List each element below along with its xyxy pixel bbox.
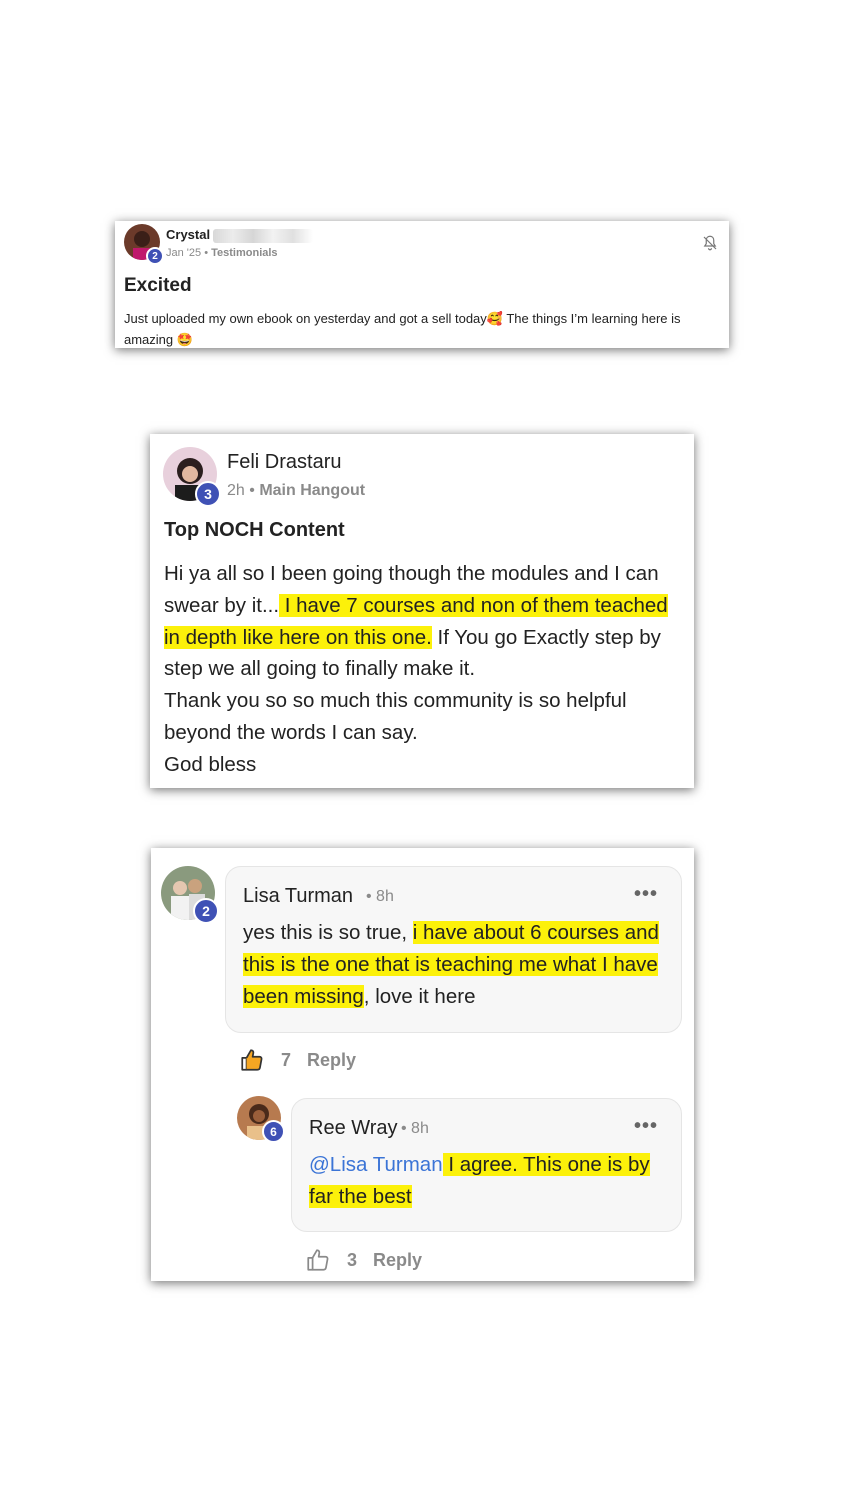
meta-separator: • xyxy=(204,247,209,259)
body-text: Thank you so so much this community is s… xyxy=(164,689,627,744)
comment-author[interactable]: Lisa Turman xyxy=(243,885,353,908)
reply-button[interactable]: Reply xyxy=(373,1250,422,1271)
bell-off-icon[interactable] xyxy=(701,234,719,252)
post-card-crystal: 2 Crystal Jan '25 • Testimonials Excited… xyxy=(115,221,729,348)
body-text: Just uploaded my own ebook on yesterday … xyxy=(124,311,487,326)
comment-time: • 8h xyxy=(401,1120,429,1137)
thumbs-up-icon[interactable] xyxy=(239,1047,265,1073)
like-count: 7 xyxy=(281,1049,292,1070)
post-body: Hi ya all so I been going though the mod… xyxy=(164,558,689,781)
post-date: Jan '25 xyxy=(166,247,202,259)
mention-link[interactable]: @Lisa Turman xyxy=(309,1153,443,1176)
author-avatar[interactable]: 3 xyxy=(163,447,223,507)
smiling-hearts-emoji-icon: 🥰 xyxy=(486,311,503,326)
post-body: Just uploaded my own ebook on yesterday … xyxy=(124,308,724,350)
comment-time: • 8h xyxy=(366,888,394,905)
post-meta: 2h • Main Hangout xyxy=(227,482,365,500)
post-time: 2h xyxy=(227,482,245,499)
post-meta: Jan '25 • Testimonials xyxy=(166,247,278,259)
level-badge: 2 xyxy=(193,898,219,924)
body-text: , love it here xyxy=(363,984,476,1008)
meta-separator: • xyxy=(249,482,255,499)
post-title: Excited xyxy=(124,275,192,296)
comment-author[interactable]: Ree Wray xyxy=(309,1117,398,1140)
comment-body: @Lisa Turman I agree. This one is by far… xyxy=(309,1149,669,1213)
redacted-surname xyxy=(213,229,313,243)
post-title: Top NOCH Content xyxy=(164,519,345,541)
author-name[interactable]: Crystal xyxy=(166,227,210,242)
body-text: God bless xyxy=(164,752,257,776)
post-category[interactable]: Main Hangout xyxy=(259,482,365,499)
star-struck-emoji-icon: 🤩 xyxy=(176,332,193,347)
commenter-avatar[interactable]: 2 xyxy=(161,866,221,926)
post-card-feli: 3 Feli Drastaru 2h • Main Hangout Top NO… xyxy=(150,434,694,788)
reply-button[interactable]: Reply xyxy=(307,1050,356,1071)
comment-actions: 3 Reply xyxy=(305,1247,422,1273)
author-name[interactable]: Feli Drastaru xyxy=(227,451,341,474)
like-count: 3 xyxy=(347,1249,358,1270)
level-badge: 3 xyxy=(195,481,221,507)
more-options-icon[interactable]: ••• xyxy=(634,883,658,906)
level-badge: 6 xyxy=(262,1120,285,1143)
post-category[interactable]: Testimonials xyxy=(211,247,277,259)
commenter-avatar[interactable]: 6 xyxy=(237,1096,287,1146)
comment-actions: 7 Reply xyxy=(239,1047,356,1073)
thumbs-up-outline-icon[interactable] xyxy=(305,1247,331,1273)
comment-body: yes this is so true, i have about 6 cour… xyxy=(243,917,673,1012)
body-text: yes this is so true, xyxy=(243,921,413,944)
author-avatar[interactable]: 2 xyxy=(124,224,166,266)
comment-thread-card: 2 Lisa Turman • 8h ••• yes this is so tr… xyxy=(151,848,694,1281)
level-badge: 2 xyxy=(146,247,164,265)
comment-bubble: Lisa Turman • 8h ••• yes this is so true… xyxy=(225,866,682,1033)
comment-bubble: Ree Wray • 8h ••• @Lisa Turman I agree. … xyxy=(291,1098,682,1232)
more-options-icon[interactable]: ••• xyxy=(634,1115,658,1138)
